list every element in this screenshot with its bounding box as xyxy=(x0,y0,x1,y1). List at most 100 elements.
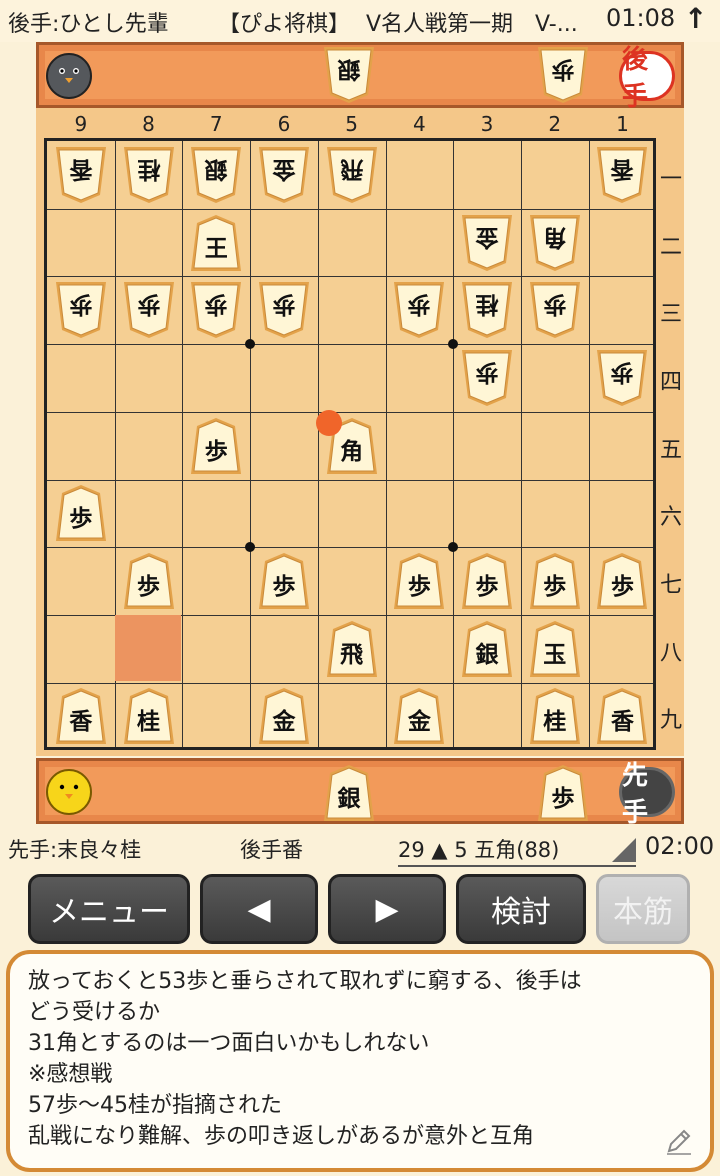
rank-label: 二 xyxy=(659,234,682,260)
board-piece[interactable]: 金 xyxy=(460,214,514,272)
board-piece[interactable]: 歩 xyxy=(122,552,176,610)
file-label: 5 xyxy=(345,112,358,136)
rank-label: 九 xyxy=(659,708,682,734)
mainline-button: 本筋 xyxy=(596,874,690,944)
board-piece[interactable]: 金 xyxy=(257,146,311,204)
piece-char: 歩 xyxy=(69,505,93,533)
board-piece[interactable]: 角 xyxy=(528,214,582,272)
board-piece[interactable]: 香 xyxy=(595,146,649,204)
board-piece[interactable]: 歩 xyxy=(54,281,108,339)
sente-hand-piece[interactable]: 銀 xyxy=(322,764,376,822)
board-piece[interactable]: 歩 xyxy=(189,281,243,339)
comment-line: 31角とするのは一つ面白いかもしれない xyxy=(28,1031,430,1056)
file-label: 3 xyxy=(480,112,494,136)
board-piece[interactable]: 歩 xyxy=(528,552,582,610)
sente-player-name: 先手:末良々桂 xyxy=(8,838,142,862)
board-piece[interactable]: 王 xyxy=(189,214,243,272)
board-piece[interactable]: 歩 xyxy=(392,281,446,339)
menu-button[interactable]: メニュー xyxy=(28,874,190,944)
sente-hand-piece[interactable]: 歩 xyxy=(536,764,590,822)
pencil-icon[interactable] xyxy=(664,1126,694,1156)
gote-hand-piece[interactable]: 歩 xyxy=(536,46,590,104)
grid-line xyxy=(47,208,653,210)
board-piece[interactable]: 金 xyxy=(257,687,311,745)
piece-char: 香 xyxy=(610,708,634,736)
piece-char: 銀 xyxy=(337,785,361,812)
board-piece[interactable]: 桂 xyxy=(122,687,176,745)
board-piece[interactable]: 玉 xyxy=(528,620,582,678)
board-piece[interactable]: 歩 xyxy=(528,281,582,339)
board-piece[interactable]: 銀 xyxy=(460,620,514,678)
star-point xyxy=(245,542,256,553)
analyze-button[interactable]: 検討 xyxy=(456,874,586,944)
board-piece[interactable]: 歩 xyxy=(460,349,514,407)
board-piece[interactable]: 歩 xyxy=(257,281,311,339)
board-piece[interactable]: 歩 xyxy=(54,484,108,542)
star-point xyxy=(245,339,256,350)
piece-char: 歩 xyxy=(407,573,431,601)
file-label: 9 xyxy=(74,112,88,136)
highlight-square[interactable] xyxy=(114,614,181,681)
top-bar: 後手:ひとし先輩 【ぴよ将棋】 V名人戦第一期 V-... 01:08 ↑ xyxy=(0,0,720,42)
piece-char: 桂 xyxy=(543,708,567,736)
board-piece[interactable]: 桂 xyxy=(528,687,582,745)
grid-line xyxy=(182,141,184,747)
piece-char: 歩 xyxy=(543,573,567,601)
piece-char: 銀 xyxy=(475,640,499,668)
comment-line: どう受けるか xyxy=(28,1000,161,1025)
board-piece[interactable]: 歩 xyxy=(122,281,176,339)
last-move-marker xyxy=(315,409,342,436)
grid-line xyxy=(588,141,590,747)
board-piece[interactable]: 歩 xyxy=(595,552,649,610)
comment-line: 57歩〜45桂が指摘された xyxy=(28,1093,282,1118)
gote-hand-piece[interactable]: 銀 xyxy=(322,46,376,104)
grid-line xyxy=(47,479,653,481)
board-piece[interactable]: 飛 xyxy=(325,146,379,204)
comment-box[interactable]: 放っておくと53歩と垂らされて取れずに窮する、後手は どう受けるか 31角とする… xyxy=(6,950,714,1172)
piece-char: 金 xyxy=(407,708,431,736)
piece-char: 歩 xyxy=(610,358,634,386)
piece-char: 銀 xyxy=(204,155,228,183)
up-arrow-icon[interactable]: ↑ xyxy=(684,2,707,35)
gote-badge: 後手 xyxy=(619,45,675,112)
grid-line xyxy=(250,141,252,747)
piece-char: 歩 xyxy=(137,573,161,601)
piece-char: 銀 xyxy=(337,56,361,83)
board-piece[interactable]: 桂 xyxy=(460,281,514,339)
board-piece[interactable]: 銀 xyxy=(189,146,243,204)
board-piece[interactable]: 香 xyxy=(54,687,108,745)
piece-char: 歩 xyxy=(204,437,228,465)
rank-label: 一 xyxy=(659,166,682,192)
board-piece[interactable]: 歩 xyxy=(392,552,446,610)
board-piece[interactable]: 桂 xyxy=(122,146,176,204)
clock-display: 02:00 xyxy=(645,832,715,860)
grid-line xyxy=(385,141,387,747)
rank-label: 三 xyxy=(659,302,682,328)
file-label: 2 xyxy=(548,112,562,136)
game-timer: 01:08 xyxy=(606,4,676,32)
board-piece[interactable]: 歩 xyxy=(257,552,311,610)
piece-char: 歩 xyxy=(475,573,499,601)
gote-player-name: 後手:ひとし先輩 xyxy=(8,12,169,37)
comment-line: 乱戦になり難解、歩の叩き返しがあるが意外と互角 xyxy=(28,1124,535,1149)
sente-badge: 先手 xyxy=(619,761,675,828)
piece-char: 桂 xyxy=(137,708,161,736)
event-name: V名人戦第一期 V-... xyxy=(366,12,578,37)
move-slider-icon[interactable] xyxy=(612,838,636,862)
piece-char: 王 xyxy=(204,234,228,262)
board-piece[interactable]: 歩 xyxy=(460,552,514,610)
file-label: 7 xyxy=(209,112,223,136)
rank-label: 八 xyxy=(659,640,682,666)
next-move-button[interactable]: ▶ xyxy=(328,874,446,944)
board-piece[interactable]: 金 xyxy=(392,687,446,745)
board-piece[interactable]: 歩 xyxy=(189,417,243,475)
grid-line xyxy=(453,141,455,747)
board-piece[interactable]: 歩 xyxy=(595,349,649,407)
prev-move-button[interactable]: ◀ xyxy=(200,874,318,944)
file-label: 6 xyxy=(277,112,291,136)
move-indicator[interactable]: 29 ▲ 5 五角(88) xyxy=(398,834,636,867)
app-title: 【ぴよ将棋】 xyxy=(218,12,351,37)
board-piece[interactable]: 香 xyxy=(595,687,649,745)
board-piece[interactable]: 香 xyxy=(54,146,108,204)
board-piece[interactable]: 飛 xyxy=(325,620,379,678)
